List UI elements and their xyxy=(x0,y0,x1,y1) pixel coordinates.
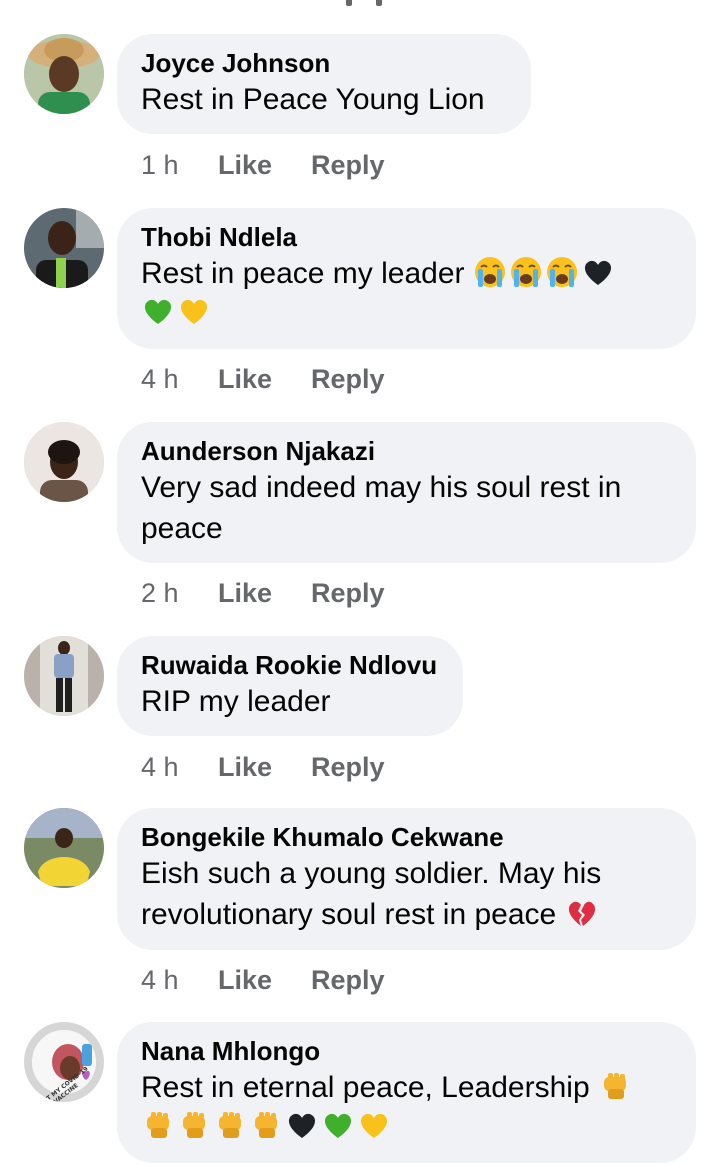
like-button[interactable]: Like xyxy=(218,750,311,784)
avatar[interactable] xyxy=(24,34,104,114)
comment-bubble: Thobi Ndlela Rest in peace my leader xyxy=(117,208,696,349)
reply-button[interactable]: Reply xyxy=(311,362,385,396)
loudly-crying-face-icon xyxy=(473,255,507,289)
avatar[interactable] xyxy=(24,422,104,502)
black-heart-icon xyxy=(285,1108,319,1142)
comment-text: Rest in Peace Young Lion xyxy=(141,83,485,116)
green-heart-icon xyxy=(141,294,175,328)
comment-text: revolutionary soul rest in peace xyxy=(141,894,672,935)
commenter-name[interactable]: Joyce Johnson xyxy=(141,47,507,79)
broken-heart-icon xyxy=(565,896,599,930)
comment-time[interactable]: 1 h xyxy=(141,148,218,182)
raised-fist-icon xyxy=(141,1108,175,1142)
comment-text: RIP my leader xyxy=(141,685,331,718)
commenter-name[interactable]: Ruwaida Rookie Ndlovu xyxy=(141,649,439,681)
previous-comment-fragment xyxy=(330,0,390,8)
commenter-name[interactable]: Thobi Ndlela xyxy=(141,221,672,253)
comment-text-line-2: revolutionary soul rest in peace xyxy=(141,898,557,931)
comment-text: Rest in eternal peace, Leadership xyxy=(141,1067,672,1108)
comment-text-content: Rest in eternal peace, Leadership xyxy=(141,1071,590,1104)
comment-text-line-1: Eish such a young soldier. May his xyxy=(141,857,602,890)
yellow-heart-icon xyxy=(357,1108,391,1142)
raised-fist-icon xyxy=(249,1108,283,1142)
reply-button[interactable]: Reply xyxy=(311,750,385,784)
comment-text-line-1: Very sad indeed may his soul rest in xyxy=(141,471,622,504)
loudly-crying-face-icon xyxy=(545,255,579,289)
comment-actions: 4 h Like Reply xyxy=(141,750,385,784)
emoji-line xyxy=(141,1108,672,1149)
raised-fist-icon xyxy=(213,1108,247,1142)
reply-button[interactable]: Reply xyxy=(311,963,385,997)
avatar[interactable] xyxy=(24,808,104,888)
comment-bubble: Nana Mhlongo Rest in eternal peace, Lead… xyxy=(117,1022,696,1163)
woman-portrait-avatar-image xyxy=(24,208,104,288)
black-heart-icon xyxy=(581,255,615,289)
reply-button[interactable]: Reply xyxy=(311,148,385,182)
raised-fist-icon xyxy=(177,1108,211,1142)
comment-text-line-2: peace xyxy=(141,512,223,545)
woman-yellow-dress-avatar-image xyxy=(24,808,104,888)
comment-bubble: Aunderson Njakazi Very sad indeed may hi… xyxy=(117,422,696,563)
man-standing-avatar-image xyxy=(24,636,104,716)
comment-time[interactable]: 4 h xyxy=(141,750,218,784)
comment-bubble: Ruwaida Rookie Ndlovu RIP my leader xyxy=(117,636,463,736)
emoji-line xyxy=(141,294,672,335)
comment-text: Rest in peace my leader xyxy=(141,253,672,294)
comment-actions: 2 h Like Reply xyxy=(141,576,385,610)
comment-text-content: Rest in peace my leader xyxy=(141,257,465,290)
yellow-heart-icon xyxy=(177,294,211,328)
comment-actions: 1 h Like Reply xyxy=(141,148,385,182)
loudly-crying-face-icon xyxy=(509,255,543,289)
raised-fist-icon xyxy=(598,1069,632,1103)
avatar[interactable]: I GOT MY COVID-19 VACCINE xyxy=(24,1022,104,1102)
like-button[interactable]: Like xyxy=(218,148,311,182)
comment-actions: 4 h Like Reply xyxy=(141,963,385,997)
green-heart-icon xyxy=(321,1108,355,1142)
like-button[interactable]: Like xyxy=(218,576,311,610)
comment-time[interactable]: 4 h xyxy=(141,362,218,396)
like-button[interactable]: Like xyxy=(218,362,311,396)
comment-actions: 4 h Like Reply xyxy=(141,362,385,396)
woman-in-hat-avatar-image xyxy=(24,34,104,114)
commenter-name[interactable]: Aunderson Njakazi xyxy=(141,435,672,467)
comment-bubble: Bongekile Khumalo Cekwane Eish such a yo… xyxy=(117,808,696,950)
comment-time[interactable]: 2 h xyxy=(141,576,218,610)
avatar[interactable] xyxy=(24,208,104,288)
woman-selfie-avatar-image xyxy=(24,422,104,502)
like-button[interactable]: Like xyxy=(218,963,311,997)
commenter-name[interactable]: Bongekile Khumalo Cekwane xyxy=(141,821,672,853)
commenter-name[interactable]: Nana Mhlongo xyxy=(141,1035,672,1067)
comment-bubble: Joyce Johnson Rest in Peace Young Lion xyxy=(117,34,531,134)
comment-time[interactable]: 4 h xyxy=(141,963,218,997)
avatar[interactable] xyxy=(24,636,104,716)
reply-button[interactable]: Reply xyxy=(311,576,385,610)
